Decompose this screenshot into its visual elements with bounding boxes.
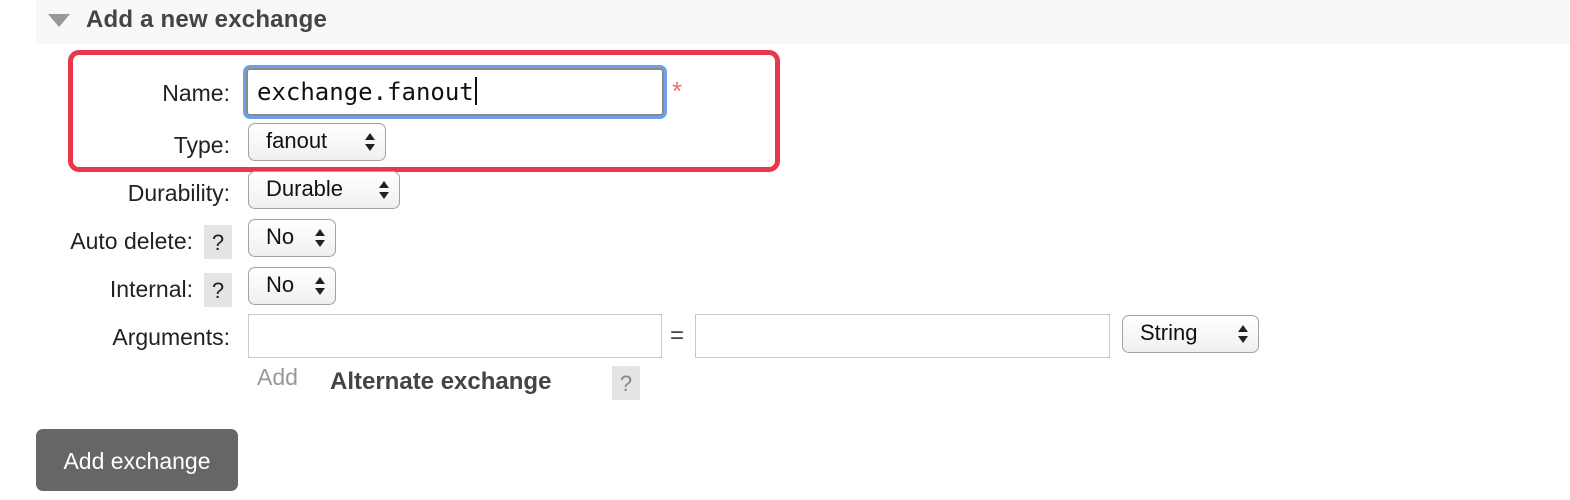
- alternate-exchange-link[interactable]: Alternate exchange: [330, 368, 551, 396]
- name-label: Name:: [162, 80, 230, 106]
- durability-select-value: Durable: [266, 176, 344, 201]
- section-title: Add a new exchange: [86, 6, 327, 33]
- auto-delete-help-icon[interactable]: ?: [204, 225, 232, 259]
- text-caret: [474, 77, 477, 105]
- required-asterisk: *: [672, 76, 683, 106]
- select-arrows-icon: [379, 181, 389, 199]
- argument-key-input[interactable]: [248, 314, 662, 358]
- type-select-value: fanout: [266, 128, 328, 153]
- alternate-exchange-help-icon[interactable]: ?: [612, 366, 640, 400]
- internal-label: Internal:: [109, 276, 193, 302]
- equals-sign: =: [670, 322, 685, 349]
- select-arrows-icon: [1238, 325, 1248, 343]
- arguments-label: Arguments:: [112, 324, 230, 350]
- collapse-triangle-icon[interactable]: [48, 14, 70, 27]
- select-arrows-icon: [315, 277, 325, 295]
- auto-delete-label: Auto delete:: [70, 228, 193, 254]
- name-input[interactable]: exchange.fanout: [246, 68, 664, 116]
- add-exchange-button[interactable]: Add exchange: [36, 429, 238, 491]
- section-header[interactable]: Add a new exchange: [36, 0, 1570, 44]
- auto-delete-select[interactable]: No: [248, 219, 336, 257]
- internal-select[interactable]: No: [248, 267, 336, 305]
- type-select[interactable]: fanout: [248, 123, 386, 161]
- durability-select[interactable]: Durable: [248, 171, 400, 209]
- auto-delete-select-value: No: [266, 224, 295, 249]
- internal-select-value: No: [266, 272, 295, 297]
- name-input-value: exchange.fanout: [257, 78, 474, 106]
- select-arrows-icon: [315, 229, 325, 247]
- durability-label: Durability:: [127, 180, 230, 206]
- internal-help-icon[interactable]: ?: [204, 273, 232, 307]
- argument-type-select[interactable]: String: [1122, 315, 1259, 353]
- select-arrows-icon: [365, 133, 375, 151]
- argument-type-select-value: String: [1140, 320, 1198, 345]
- argument-value-input[interactable]: [695, 314, 1110, 358]
- add-argument-link[interactable]: Add: [257, 364, 298, 391]
- type-label: Type:: [173, 132, 230, 158]
